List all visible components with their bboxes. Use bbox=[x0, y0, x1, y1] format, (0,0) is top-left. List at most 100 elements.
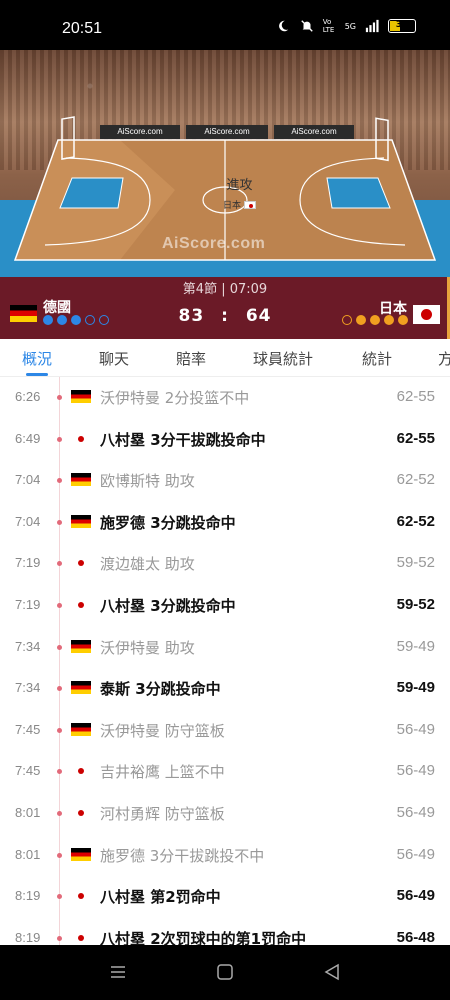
timeline-dot bbox=[57, 727, 62, 733]
timeline-dot bbox=[57, 603, 62, 608]
event-description: 八村塁 3分跳投命中 bbox=[100, 597, 236, 615]
japan-flag-icon bbox=[71, 806, 91, 819]
event-row[interactable]: 7:04 施罗德 3分跳投命中 62-52 bbox=[0, 502, 450, 544]
tab-bar: 概況 聊天 賠率 球員統計 統計 方 bbox=[0, 339, 450, 377]
japan-flag-icon bbox=[71, 556, 91, 570]
away-team[interactable]: 日本 bbox=[379, 291, 440, 324]
event-time: 7:19 bbox=[15, 597, 41, 612]
event-row[interactable]: 7:34 泰斯 3分跳投命中 59-49 bbox=[0, 668, 450, 710]
event-row[interactable]: 8:19 八村塁 第2罚命中 56-49 bbox=[0, 876, 450, 918]
status-time: 20:51 bbox=[62, 20, 103, 37]
event-time: 7:19 bbox=[15, 555, 41, 571]
home-score: 83 bbox=[178, 306, 205, 326]
home-icon[interactable] bbox=[215, 962, 235, 982]
attack-team-name: 日本 bbox=[223, 201, 242, 211]
japan-flag-icon bbox=[71, 598, 91, 611]
status-icons: Vo LTE 5G 39 bbox=[275, 18, 416, 34]
system-nav-bar bbox=[0, 945, 450, 1000]
japan-flag-icon bbox=[71, 930, 91, 944]
event-row[interactable]: 7:45 沃伊特曼 防守篮板 56-49 bbox=[0, 710, 450, 752]
event-time: 7:34 bbox=[15, 680, 41, 696]
tab-more[interactable]: 方 bbox=[438, 348, 450, 369]
possession-indicator: 進攻 日本 bbox=[223, 174, 257, 212]
event-time: 6:26 bbox=[15, 389, 41, 404]
ad-board-1: AiScore.com bbox=[100, 125, 180, 139]
tab-chat[interactable]: 聊天 bbox=[99, 348, 129, 369]
timeline-dot bbox=[57, 644, 62, 650]
battery-icon: 39 bbox=[388, 19, 416, 33]
network-label: 5G bbox=[344, 21, 356, 31]
event-row[interactable]: 6:26 沃伊特曼 2分投篮不中 62-55 bbox=[0, 377, 450, 419]
event-row[interactable]: 8:01 河村勇辉 防守篮板 56-49 bbox=[0, 793, 450, 835]
event-score: 59-49 bbox=[396, 679, 435, 697]
back-icon[interactable] bbox=[322, 962, 342, 982]
event-row[interactable]: 8:01 施罗德 3分干拔跳投不中 56-49 bbox=[0, 835, 450, 877]
event-score: 56-49 bbox=[396, 804, 435, 821]
germany-flag-icon bbox=[71, 639, 91, 653]
event-score: 62-55 bbox=[396, 429, 435, 447]
scoreboard: 第4節 | 07:09 德國 83 : 64 日本 bbox=[0, 277, 450, 339]
tab-odds[interactable]: 賠率 bbox=[176, 348, 206, 369]
event-description: 沃伊特曼 助攻 bbox=[100, 638, 195, 657]
event-score: 56-49 bbox=[396, 887, 435, 905]
event-time: 7:45 bbox=[15, 721, 41, 737]
timeline-dot bbox=[57, 852, 62, 858]
away-team-name: 日本 bbox=[379, 300, 407, 317]
tab-overview[interactable]: 概況 bbox=[22, 348, 52, 369]
event-row[interactable]: 6:49 八村塁 3分干拔跳投命中 62-55 bbox=[0, 419, 450, 461]
tab-stats[interactable]: 統計 bbox=[362, 348, 392, 369]
timeline-dot bbox=[57, 561, 62, 567]
germany-flag-icon bbox=[71, 390, 91, 403]
germany-flag-icon bbox=[71, 681, 91, 695]
event-score: 62-55 bbox=[396, 388, 435, 405]
watermark: AiScore.com bbox=[162, 235, 266, 252]
timeline-dot bbox=[57, 811, 62, 816]
event-time: 7:34 bbox=[15, 638, 41, 654]
battery-level: 39 bbox=[395, 20, 409, 30]
event-description: 吉井裕鹰 上篮不中 bbox=[100, 763, 225, 782]
germany-flag-icon bbox=[71, 473, 91, 487]
event-score: 62-52 bbox=[396, 471, 435, 489]
germany-flag-icon bbox=[71, 847, 91, 861]
timeline-dot bbox=[57, 935, 62, 941]
attack-label: 進攻 bbox=[226, 178, 253, 193]
moon-icon bbox=[278, 20, 288, 32]
event-row[interactable]: 8:19 八村塁 2次罚球中的第1罚命中 56-48 bbox=[0, 918, 450, 945]
japan-flag-icon bbox=[244, 200, 257, 209]
timeline-dot bbox=[57, 436, 62, 442]
event-score: 56-49 bbox=[396, 762, 435, 780]
timeout-dot bbox=[356, 315, 366, 325]
event-description: 沃伊特曼 防守篮板 bbox=[100, 721, 225, 740]
event-time: 7:45 bbox=[15, 763, 41, 779]
event-time: 8:19 bbox=[15, 929, 41, 945]
event-description: 八村塁 第2罚命中 bbox=[100, 888, 221, 907]
event-description: 渡边雄太 助攻 bbox=[100, 555, 195, 574]
event-time: 8:19 bbox=[15, 888, 41, 904]
event-description: 欧博斯特 助攻 bbox=[100, 472, 195, 491]
japan-flag-icon bbox=[71, 889, 91, 903]
event-description: 河村勇辉 防守篮板 bbox=[100, 805, 225, 823]
status-bar: 20:51 Vo LTE 5G 39 bbox=[0, 0, 450, 50]
event-score: 59-49 bbox=[396, 637, 435, 655]
japan-flag-icon bbox=[71, 764, 91, 778]
volte-label: Vo LTE bbox=[322, 18, 335, 34]
play-by-play-list[interactable]: 6:26 沃伊特曼 2分投篮不中 62-55 6:49 八村塁 3分干拔跳投命中 62-5… bbox=[0, 377, 450, 945]
event-row[interactable]: 7:34 沃伊特曼 助攻 59-49 bbox=[0, 627, 450, 669]
menu-icon[interactable] bbox=[108, 962, 128, 982]
court-visualization: AiScore.com AiScore.com AiScore.com 進攻 日… bbox=[0, 50, 450, 277]
event-description: 施罗德 3分干拔跳投不中 bbox=[100, 846, 265, 865]
score-separator: : bbox=[221, 306, 229, 326]
event-score: 56-49 bbox=[396, 845, 435, 863]
timeline-dot bbox=[57, 395, 62, 400]
event-row[interactable]: 7:04 欧博斯特 助攻 62-52 bbox=[0, 460, 450, 502]
tab-player-stats[interactable]: 球員統計 bbox=[253, 348, 313, 369]
event-score: 62-52 bbox=[396, 512, 435, 530]
event-row[interactable]: 7:45 吉井裕鹰 上篮不中 56-49 bbox=[0, 751, 450, 793]
event-description: 八村塁 3分干拔跳投命中 bbox=[100, 430, 266, 449]
timeline-dot bbox=[57, 519, 62, 525]
japan-flag-icon bbox=[413, 305, 440, 324]
event-time: 7:04 bbox=[15, 472, 41, 488]
event-row[interactable]: 7:19 渡边雄太 助攻 59-52 bbox=[0, 543, 450, 585]
timeline-dot bbox=[57, 769, 62, 775]
event-row[interactable]: 7:19 八村塁 3分跳投命中 59-52 bbox=[0, 585, 450, 627]
